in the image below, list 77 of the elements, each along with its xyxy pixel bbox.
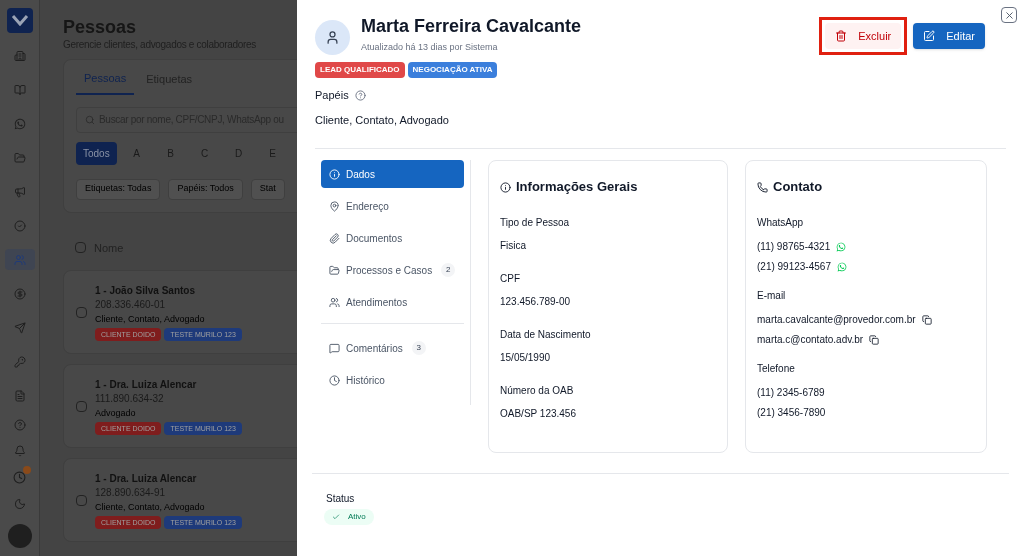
- field-label: E-mail: [757, 290, 787, 302]
- status-label: Status: [326, 492, 356, 506]
- filter-dropdown[interactable]: Stat: [250, 178, 285, 200]
- field-value: (21) 99123-4567: [757, 261, 831, 273]
- checkbox[interactable]: [76, 400, 87, 412]
- tag: NEGOCIAÇÃO ATIVA: [407, 62, 498, 78]
- field-value: 123.456.789-00: [500, 296, 572, 308]
- chat-icon[interactable]: [836, 262, 847, 272]
- filter-dropdown[interactable]: Papéis: Todos: [168, 178, 243, 200]
- close-icon: [1003, 9, 1015, 21]
- checkbox[interactable]: [76, 306, 87, 318]
- check-icon: [332, 513, 340, 521]
- filter-dropdown[interactable]: Etiquetas: Todas: [76, 178, 161, 200]
- edit-button[interactable]: Editar: [913, 23, 985, 49]
- field-label: Data de Nascimento: [500, 329, 592, 341]
- clock-icon: [329, 374, 340, 386]
- field-value: marta.c@contato.adv.br: [757, 334, 864, 346]
- field-label: Telefone: [757, 363, 796, 375]
- edit-icon: [923, 30, 936, 42]
- letter-filter[interactable]: Todos: [76, 141, 117, 165]
- roles-label: Papéis: [315, 88, 349, 103]
- card-title: Informações Gerais: [516, 179, 638, 195]
- help-icon[interactable]: [13, 419, 26, 432]
- copy-icon[interactable]: [869, 335, 880, 345]
- field-value: Fisica: [500, 240, 528, 252]
- field-value: 15/05/1990: [500, 352, 552, 364]
- clock-icon[interactable]: [13, 471, 26, 485]
- delete-button[interactable]: Excluir: [825, 23, 902, 49]
- field-label: WhatsApp: [757, 217, 805, 229]
- copy-icon[interactable]: [921, 315, 932, 325]
- user-icon: [325, 30, 340, 45]
- moon-icon[interactable]: [13, 498, 26, 511]
- field-value: (21) 3456-7890: [757, 407, 826, 419]
- nav-item[interactable]: Histórico: [321, 366, 464, 394]
- chat-icon[interactable]: [836, 242, 847, 252]
- help-icon[interactable]: [354, 89, 366, 101]
- paperclip-icon: [329, 232, 340, 244]
- updated-text: Atualizado há 13 dias por Sistema: [361, 41, 499, 54]
- nav-item[interactable]: Endereço: [321, 192, 464, 220]
- logo-icon[interactable]: [6, 8, 33, 33]
- bell-icon[interactable]: [13, 445, 26, 458]
- tag: LEAD QUALIFICADO: [315, 62, 405, 78]
- map-pin-icon: [329, 200, 340, 212]
- info-icon: [329, 168, 340, 180]
- people-icon[interactable]: [4, 249, 35, 271]
- phone-icon: [757, 181, 768, 193]
- field-value: (11) 98765-4321: [757, 241, 831, 253]
- field-value: OAB/SP 123.456: [500, 408, 577, 420]
- trash-icon: [835, 30, 848, 42]
- person-roles: Advogado: [95, 406, 137, 420]
- checkbox[interactable]: [76, 494, 87, 506]
- person-title: Marta Ferreira Cavalcante: [361, 15, 582, 37]
- count-badge: 3: [411, 341, 426, 355]
- nav-item[interactable]: Comentários 3: [321, 334, 464, 362]
- user-avatar[interactable]: [7, 524, 32, 549]
- nav-item[interactable]: Atendimentos: [321, 288, 464, 316]
- checkbox[interactable]: [75, 242, 86, 254]
- roles-text: Cliente, Contato, Advogado: [315, 112, 450, 128]
- folder-icon: [329, 264, 340, 276]
- nav-item[interactable]: Processos e Casos 2: [321, 256, 464, 284]
- close-button[interactable]: [1001, 7, 1017, 23]
- card-title: Contato: [773, 179, 823, 195]
- count-badge: 2: [441, 263, 456, 277]
- field-label: CPF: [500, 273, 521, 285]
- nav-item[interactable]: Dados: [321, 160, 464, 188]
- people-icon: [329, 296, 340, 308]
- person-roles: Cliente, Contato, Advogado: [95, 500, 206, 514]
- field-value: marta.cavalcante@provedor.com.br: [757, 314, 916, 326]
- comment-icon: [329, 342, 340, 354]
- info-icon: [500, 181, 511, 193]
- person-roles: Cliente, Contato, Advogado: [95, 312, 206, 326]
- field-label: Tipo de Pessoa: [500, 217, 571, 229]
- search-icon: [85, 114, 95, 125]
- field-label: Número da OAB: [500, 385, 575, 397]
- nav-item[interactable]: Documentos: [321, 224, 464, 252]
- status-badge: Ativo: [324, 509, 374, 525]
- field-value: (11) 2345-6789: [757, 387, 825, 399]
